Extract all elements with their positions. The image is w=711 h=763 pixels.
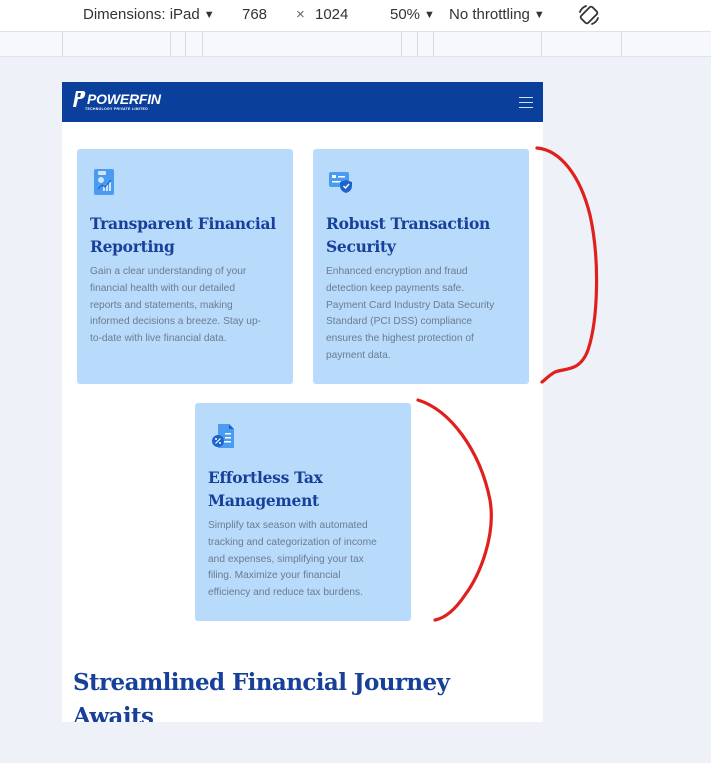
viewport-width-input[interactable]: 768	[242, 6, 267, 23]
card-description-line: Simplify tax season with automated	[208, 520, 368, 531]
card-description-line: Enhanced encryption and fraud	[326, 266, 468, 277]
card-description-line: efficiency and reduce tax burdens.	[208, 587, 363, 599]
card-description-line: tracking and categorization of income	[208, 536, 377, 548]
rotate-device-icon[interactable]	[577, 3, 601, 27]
card-description-line: Payment Card Industry Data Security	[326, 299, 495, 311]
card-description-line: informed decisions a breeze. Stay up-	[90, 316, 262, 328]
card-description: Gain a clear understanding of your finan…	[90, 264, 261, 348]
card-title: Robust Transaction Security	[326, 212, 490, 258]
card-title-line: Effortless Tax	[208, 468, 323, 487]
device-dimensions-dropdown[interactable]: Dimensions: iPad ▼	[83, 6, 215, 23]
logo-text: POWERFIN	[87, 91, 161, 107]
card-description: Simplify tax season with automated track…	[208, 518, 377, 602]
card-description-line: Standard (PCI DSS) compliance	[326, 316, 473, 328]
card-title: Effortless Tax Management	[208, 466, 323, 512]
card-title-line: Management	[208, 491, 319, 510]
section-heading-line: Streamlined Financial Journey	[73, 669, 450, 696]
feature-card-tax-management: Effortless Tax Management Simplify tax s…	[195, 403, 411, 621]
card-description-line: filing. Maximize your financial	[208, 570, 341, 582]
card-description-line: detection keep payments safe.	[326, 282, 465, 294]
card-description-line: Gain a clear understanding of your	[90, 266, 247, 277]
chevron-down-icon: ▼	[203, 8, 215, 21]
powerfin-logo-mark-icon	[73, 91, 86, 107]
feature-card-transparent-reporting: Transparent Financial Reporting Gain a c…	[77, 149, 293, 384]
report-icon	[94, 169, 114, 195]
dimension-separator: ×	[296, 6, 305, 23]
chevron-down-icon: ▼	[533, 8, 545, 21]
hamburger-menu-icon[interactable]	[519, 97, 533, 108]
zoom-dropdown[interactable]: 50% ▼	[390, 6, 435, 23]
card-title-line: Transparent Financial	[90, 214, 276, 233]
device-dimensions-label: Dimensions: iPad	[83, 6, 200, 23]
device-viewport: POWERFIN TECHNOLOGY PRIVATE LIMITED Tran…	[62, 82, 543, 722]
logo-subtext: TECHNOLOGY PRIVATE LIMITED	[85, 107, 149, 111]
card-description-line: reports and statements, making	[90, 299, 233, 311]
annotation-bracket-top	[535, 146, 599, 384]
section-heading: Streamlined Financial Journey Awaits	[73, 666, 513, 722]
tax-document-icon	[212, 424, 234, 448]
card-description-line: payment data.	[326, 349, 391, 361]
card-description-line: to-date with live financial data.	[90, 333, 227, 345]
card-description-line: ensures the highest protection of	[326, 333, 474, 345]
card-description-line: and expenses, simplifying your tax	[208, 553, 364, 565]
card-title-line: Robust Transaction	[326, 214, 490, 233]
viewport-height-input[interactable]: 1024	[315, 6, 348, 23]
card-title: Transparent Financial Reporting	[90, 212, 276, 258]
throttling-label: No throttling	[449, 6, 530, 23]
card-title-line: Reporting	[90, 237, 175, 256]
feature-card-transaction-security: Robust Transaction Security Enhanced enc…	[313, 149, 529, 384]
card-description-line: financial health with our detailed	[90, 282, 235, 294]
media-query-ruler[interactable]	[0, 31, 711, 57]
chevron-down-icon: ▼	[424, 8, 435, 21]
card-title-line: Security	[326, 237, 396, 256]
secure-card-icon	[329, 172, 352, 193]
zoom-label: 50%	[390, 6, 421, 23]
throttling-dropdown[interactable]: No throttling ▼	[449, 6, 545, 23]
site-header: POWERFIN TECHNOLOGY PRIVATE LIMITED	[62, 82, 543, 122]
card-description: Enhanced encryption and fraud detection …	[326, 264, 494, 365]
section-heading-line: Awaits	[73, 703, 154, 722]
devtools-device-toolbar: Dimensions: iPad ▼ 768 × 1024 50% ▼ No t…	[0, 0, 711, 31]
